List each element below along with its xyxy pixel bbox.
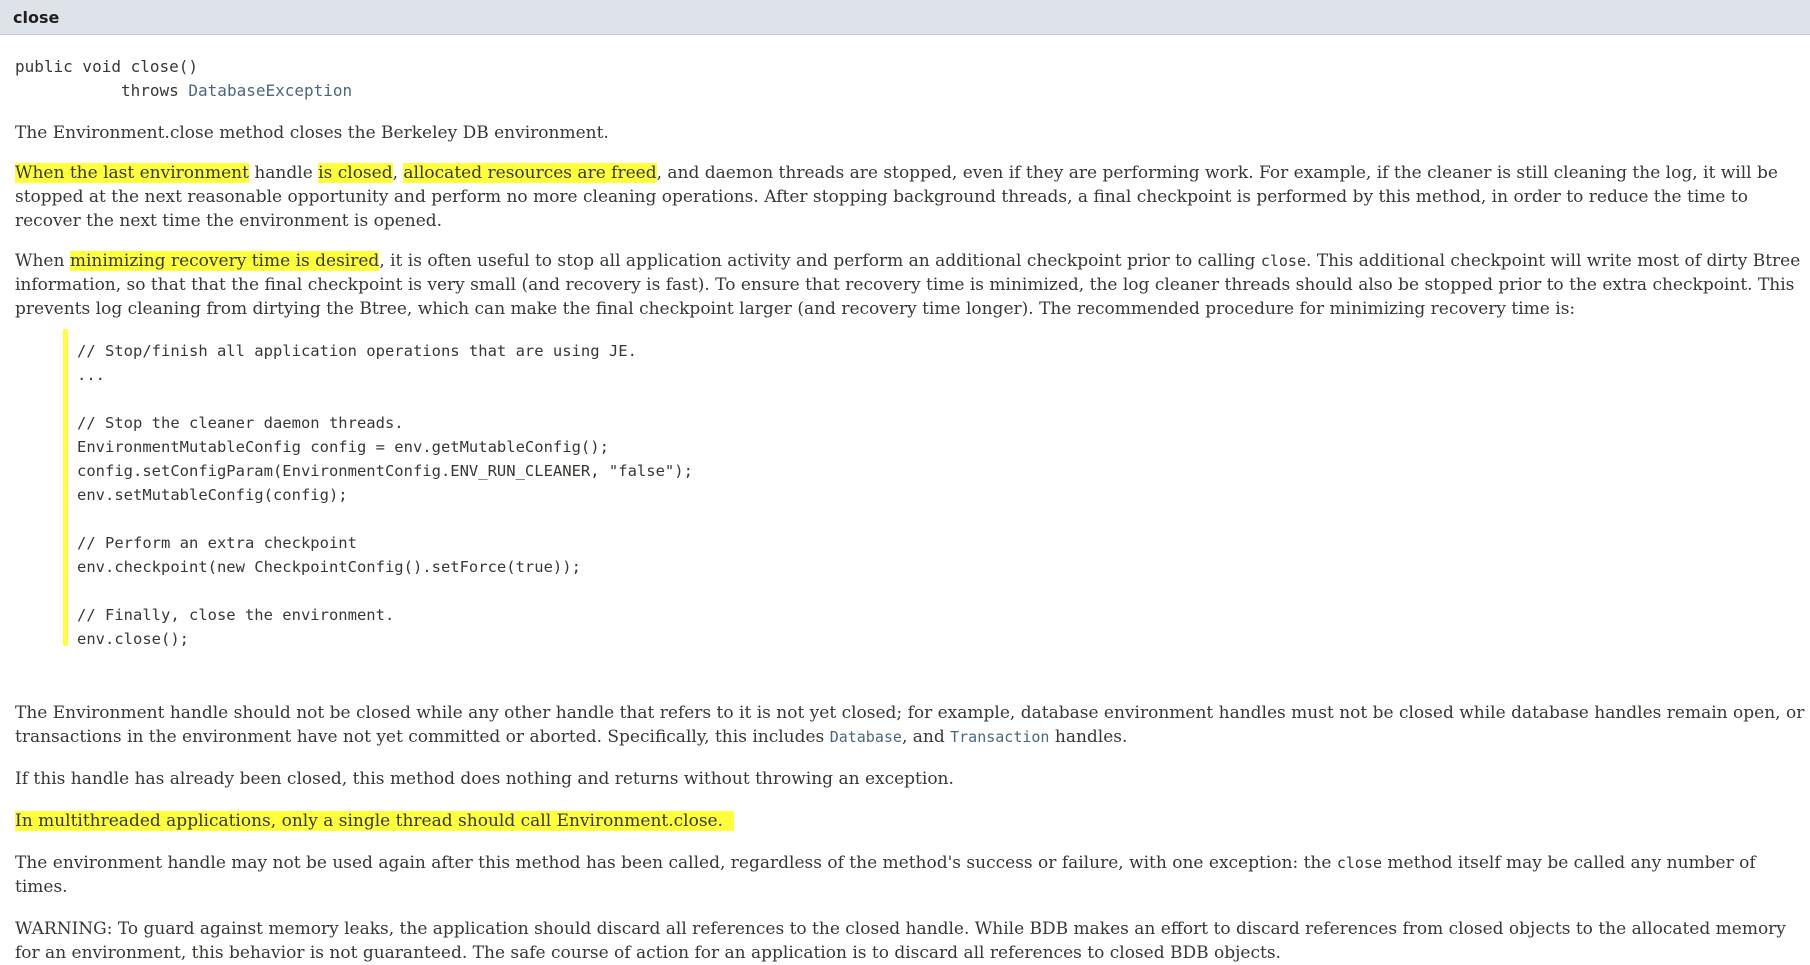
database-link[interactable]: Database	[830, 728, 902, 746]
method-signature: public void close() throws DatabaseExcep…	[15, 55, 1805, 103]
text-span: handle	[248, 163, 319, 183]
highlight-trailing-space	[723, 811, 734, 831]
text-span: When	[15, 251, 70, 271]
code-line: // Finally, close the environment.	[77, 606, 395, 624]
code-example-block: // Stop/finish all application operation…	[63, 329, 1805, 651]
highlight-resources-freed: allocated resources are freed	[403, 163, 657, 183]
throws-indent	[15, 81, 121, 100]
reuse-paragraph: The environment handle may not be used a…	[15, 851, 1805, 899]
throws-keyword: throws	[120, 81, 179, 100]
code-line: // Perform an extra checkpoint	[77, 534, 357, 552]
method-detail: public void close() throws DatabaseExcep…	[0, 55, 1805, 965]
text-span: ,	[392, 163, 404, 183]
method-header: close	[0, 0, 1810, 35]
resources-paragraph: When the last environment handle is clos…	[15, 161, 1805, 233]
inline-code-close: close	[1260, 252, 1306, 270]
recovery-paragraph: When minimizing recovery time is desired…	[15, 249, 1805, 321]
text-span: handles.	[1049, 727, 1128, 747]
description-paragraph: The Environment.close method closes the …	[15, 123, 609, 143]
highlight-recovery-time: minimizing recovery time is desired	[69, 251, 380, 271]
code-line: config.setConfigParam(EnvironmentConfig.…	[77, 462, 693, 480]
highlight-is-closed: is closed	[318, 163, 393, 183]
highlight-multithread: In multithreaded applications, only a si…	[15, 811, 724, 831]
already-closed-paragraph: If this handle has already been closed, …	[15, 769, 954, 789]
multithread-paragraph: In multithreaded applications, only a si…	[15, 809, 1805, 833]
code-line: env.setMutableConfig(config);	[77, 486, 348, 504]
highlight-bar	[63, 329, 68, 646]
text-span: The environment handle may not be used a…	[15, 853, 1337, 873]
exception-link[interactable]: DatabaseException	[188, 81, 352, 100]
code-line: env.checkpoint(new CheckpointConfig().se…	[77, 558, 581, 576]
text-span: , it is often useful to stop all applica…	[379, 251, 1261, 271]
code-line: // Stop/finish all application operation…	[77, 342, 637, 360]
warning-paragraph: WARNING: To guard against memory leaks, …	[15, 919, 1786, 963]
signature-line: public void close()	[15, 57, 199, 76]
highlight-last-environment: When the last environment	[15, 163, 249, 183]
inline-code-close: close	[1336, 854, 1382, 872]
code-example: // Stop/finish all application operation…	[77, 339, 1805, 651]
code-line: // Stop the cleaner daemon threads.	[77, 414, 404, 432]
code-line: env.close();	[77, 630, 189, 648]
method-title: close	[13, 7, 60, 27]
handle-paragraph: The Environment handle should not be clo…	[15, 701, 1805, 749]
transaction-link[interactable]: Transaction	[950, 728, 1049, 746]
code-line: EnvironmentMutableConfig config = env.ge…	[77, 438, 609, 456]
code-line: ...	[77, 366, 105, 384]
text-span: , and	[901, 727, 951, 747]
